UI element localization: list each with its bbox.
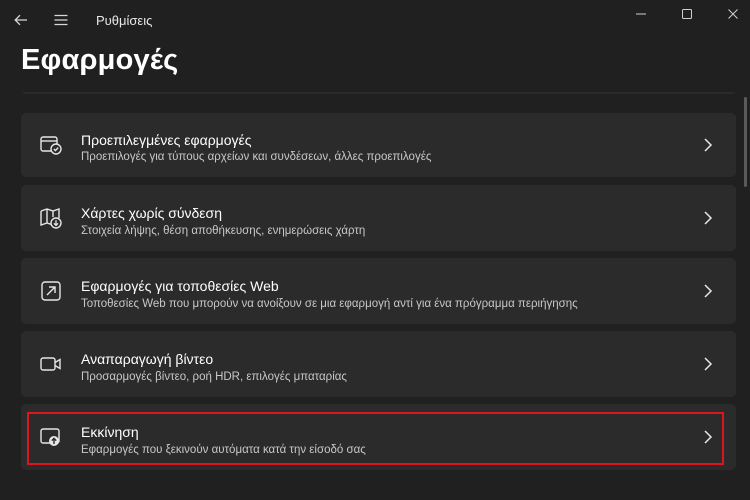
app-title: Ρυθμίσεις — [96, 13, 153, 28]
page-title: Εφαρμογές — [21, 44, 179, 76]
settings-item-subtitle: Εφαρμογές που ξεκινούν αυτόματα κατά την… — [81, 444, 366, 456]
chevron-right-icon — [704, 211, 713, 225]
settings-item-title: Χάρτες χωρίς σύνδεση — [81, 205, 222, 221]
back-arrow-icon — [14, 14, 27, 26]
startup-icon — [40, 428, 60, 446]
back-button[interactable] — [6, 6, 36, 34]
maximize-icon — [682, 9, 692, 19]
chevron-right-icon — [704, 430, 713, 444]
hamburger-menu-icon — [54, 14, 68, 26]
minimize-icon — [636, 13, 646, 15]
title-bar: Ρυθμίσεις — [0, 0, 750, 40]
chevron-right-icon — [704, 357, 713, 371]
settings-item-subtitle: Τοποθεσίες Web που μπορούν να ανοίξουν σ… — [81, 298, 578, 310]
settings-item-apps-for-websites[interactable]: Εφαρμογές για τοποθεσίες Web Τοποθεσίες … — [21, 258, 736, 324]
close-button[interactable] — [710, 0, 750, 28]
settings-card-partial[interactable] — [21, 92, 736, 94]
navigation-menu-button[interactable] — [46, 6, 76, 34]
minimize-button[interactable] — [618, 0, 664, 28]
scrollbar[interactable] — [744, 97, 747, 187]
default-apps-icon — [40, 136, 62, 155]
settings-item-startup[interactable]: Εκκίνηση Εφαρμογές που ξεκινούν αυτόματα… — [21, 404, 736, 470]
settings-item-subtitle: Προσαρμογές βίντεο, ροή HDR, επιλογές μπ… — [81, 371, 347, 383]
chevron-right-icon — [704, 138, 713, 152]
settings-item-title: Εκκίνηση — [81, 424, 139, 440]
apps-for-websites-icon — [41, 281, 61, 301]
close-icon — [728, 9, 738, 19]
settings-item-offline-maps[interactable]: Χάρτες χωρίς σύνδεση Στοιχεία λήψης, θέσ… — [21, 185, 736, 251]
settings-item-title: Αναπαραγωγή βίντεο — [81, 351, 214, 367]
settings-item-subtitle: Προεπιλογές για τύπους αρχείων και συνδέ… — [81, 151, 432, 163]
settings-list[interactable]: Προεπιλεγμένες εφαρμογές Προεπιλογές για… — [0, 92, 750, 500]
maximize-button[interactable] — [664, 0, 710, 28]
video-playback-icon — [40, 357, 61, 371]
settings-item-title: Εφαρμογές για τοποθεσίες Web — [81, 278, 279, 294]
settings-item-subtitle: Στοιχεία λήψης, θέση αποθήκευσης, ενημερ… — [81, 225, 366, 237]
chevron-right-icon — [704, 284, 713, 298]
offline-maps-icon — [40, 208, 62, 229]
settings-item-default-apps[interactable]: Προεπιλεγμένες εφαρμογές Προεπιλογές για… — [21, 113, 736, 177]
settings-item-video-playback[interactable]: Αναπαραγωγή βίντεο Προσαρμογές βίντεο, ρ… — [21, 331, 736, 397]
settings-item-title: Προεπιλεγμένες εφαρμογές — [81, 132, 252, 148]
